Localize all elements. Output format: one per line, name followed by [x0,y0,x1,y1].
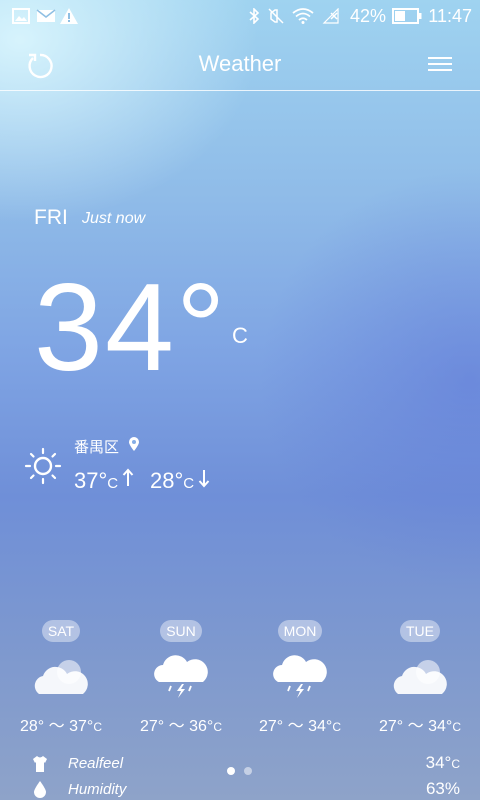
forecast-day[interactable]: MON 27° ～ 34°C [240,620,360,736]
page-title: Weather [198,51,282,76]
forecast-day-label: MON [277,620,323,642]
current-temperature: 34° [34,259,228,397]
humidity-label: Humidity [68,781,127,798]
no-signal-icon [322,8,339,24]
forecast-range: 27° ～ 34°C [379,718,461,735]
page-indicator-dot-active[interactable] [227,767,235,775]
battery-percent: 42% [350,6,387,26]
cloudy-icon [393,660,447,694]
forecast-day[interactable]: SUN 27° ～ 36°C [121,620,241,736]
shirt-icon [33,756,47,772]
sun-icon [24,447,62,485]
arrow-up-icon [122,468,134,486]
forecast-range: 27° ～ 34°C [259,718,341,735]
realfeel-value: 34°C [425,753,460,772]
status-bar: 42% 11:47 [0,0,480,32]
location-name[interactable]: 番禺区 [74,436,119,457]
forecast-day-label: SAT [41,620,81,642]
forecast-range: 28° ～ 37°C [20,718,102,735]
battery-icon [392,8,422,24]
current-day: FRI [34,206,68,229]
droplet-icon [34,781,46,798]
page-indicator-dot[interactable] [244,767,252,775]
mail-icon [36,9,56,22]
forecast-day-label: SUN [160,620,202,642]
warning-icon [60,8,78,24]
location-pin-icon[interactable] [128,436,140,452]
wifi-icon [292,8,314,24]
thunderstorm-icon [154,655,208,698]
realfeel-label: Realfeel [68,755,124,772]
gallery-icon [12,8,30,24]
high-temperature: 37°C [74,468,119,493]
bluetooth-icon [249,8,260,24]
low-temperature: 28°C [150,468,195,493]
forecast-day[interactable]: TUE 27° ～ 34°C [360,620,480,736]
clock-time: 11:47 [428,6,472,26]
temperature-unit: C [232,323,248,348]
thunderstorm-icon [273,655,327,698]
humidity-value: 63% [425,779,460,798]
forecast-day[interactable]: SAT 28° ～ 37°C [1,620,121,736]
cloudy-icon [34,660,88,694]
menu-icon[interactable] [426,54,454,74]
forecast-day-label: TUE [400,620,440,642]
mute-icon [268,8,284,24]
app-header: Weather [0,32,480,91]
arrow-down-icon [198,470,210,488]
update-time: Just now [82,210,146,227]
forecast-range: 27° ～ 36°C [140,718,222,735]
